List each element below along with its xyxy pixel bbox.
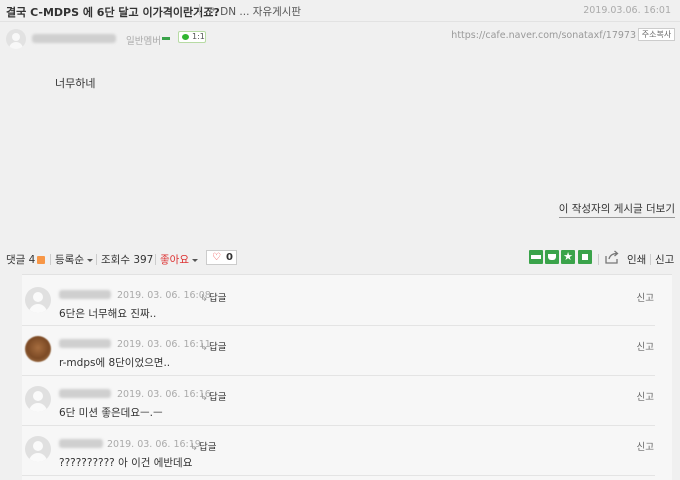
board-link-icon: ↱ (208, 6, 217, 18)
reply-arrow-icon: ↳ (200, 293, 208, 304)
cafe-icon (581, 253, 589, 261)
post-toolbar: 댓글 4 등록순 조회수 397 좋아요 ♡ 0 ★ 인쇄 신고 (0, 249, 680, 269)
chevron-down-icon (191, 258, 198, 262)
author-name-redacted[interactable] (32, 34, 116, 43)
comment-text: 6단 미션 좋은데요ㅡ.ㅡ (59, 407, 163, 419)
chat-bubble-icon (182, 34, 189, 40)
cup-icon (548, 254, 556, 260)
share-export-icon[interactable] (604, 249, 620, 265)
commenter-avatar[interactable] (25, 386, 51, 412)
chevron-down-icon (86, 258, 93, 262)
board-link[interactable]: ↱ DN ... 자유게시판 (208, 4, 301, 19)
commenter-name-redacted[interactable] (59, 290, 111, 299)
sort-label: 등록순 (55, 254, 84, 266)
comment-text: r-mdps에 8단이었으면.. (59, 357, 171, 369)
like-dropdown[interactable]: 좋아요 (160, 252, 198, 267)
reply-button[interactable]: ↳답글 (200, 290, 226, 304)
like-button[interactable]: ♡ 0 (206, 250, 237, 265)
bookmark-button[interactable]: ★ (561, 250, 575, 264)
member-level-icon (162, 37, 170, 40)
comment-report-button[interactable]: 신고 (637, 290, 654, 304)
comment-list: 2019. 03. 06. 16:08 ↳답글 신고 6단은 너무해요 진짜..… (22, 274, 672, 480)
reply-arrow-icon: ↳ (200, 342, 208, 353)
post-url[interactable]: https://cafe.naver.com/sonataxf/17973 (451, 30, 636, 41)
comment-text: ?????????? 아 이건 에반데요 (59, 457, 193, 469)
sort-dropdown[interactable]: 등록순 (55, 252, 93, 267)
comment-count-label: 댓글 4 (6, 254, 36, 266)
reply-button[interactable]: ↳답글 (200, 389, 226, 403)
report-button[interactable]: 신고 (655, 252, 674, 267)
comment-date: 2019. 03. 06. 16:08 (117, 290, 211, 301)
heart-icon: ♡ (212, 252, 221, 263)
comment-date: 2019. 03. 06. 16:16 (117, 389, 211, 400)
commenter-avatar[interactable] (25, 287, 51, 313)
comment-count[interactable]: 댓글 4 (6, 252, 46, 267)
reply-label: 답글 (208, 392, 227, 403)
comment-date: 2019. 03. 06. 16:11 (117, 339, 211, 350)
comment-text: 6단은 너무해요 진짜.. (59, 308, 157, 320)
board-name: DN ... 자유게시판 (220, 6, 302, 18)
comment-report-button[interactable]: 신고 (637, 389, 654, 403)
commenter-name-redacted[interactable] (59, 339, 111, 348)
reply-arrow-icon: ↳ (190, 442, 198, 453)
post-date: 2019.03.06. 16:01 (583, 5, 671, 16)
copy-url-button[interactable]: 주소복사 (638, 28, 675, 41)
chat-badge-label: 1:1 (192, 32, 205, 41)
commenter-avatar[interactable] (25, 436, 51, 462)
member-level: 일반멤버 (126, 36, 161, 47)
comment-report-button[interactable]: 신고 (637, 339, 654, 353)
comment-date: 2019. 03. 06. 16:19 (107, 439, 201, 450)
title-divider (199, 4, 200, 15)
like-count: 0 (226, 252, 233, 263)
reply-arrow-icon: ↳ (200, 392, 208, 403)
blog-icon (531, 255, 541, 259)
share-blog-button[interactable] (529, 250, 543, 264)
post-body: 너무하네 (55, 77, 96, 90)
reply-button[interactable]: ↳답글 (190, 439, 216, 453)
share-cafe-button[interactable] (578, 250, 592, 264)
commenter-name-redacted[interactable] (59, 439, 103, 448)
post-title: 결국 C-MDPS 에 6단 달고 이가격이란거죠? (6, 6, 220, 19)
reply-button[interactable]: ↳답글 (200, 339, 226, 353)
reply-label: 답글 (198, 442, 217, 453)
reply-label: 답글 (208, 293, 227, 304)
share-cup-button[interactable] (545, 250, 559, 264)
commenter-avatar[interactable] (25, 336, 51, 362)
comment-report-button[interactable]: 신고 (637, 439, 654, 453)
star-icon: ★ (563, 250, 573, 263)
view-count: 조회수 397 (101, 254, 154, 266)
author-avatar[interactable] (6, 29, 26, 49)
commenter-name-redacted[interactable] (59, 389, 111, 398)
more-posts-link[interactable]: 이 작성자의 게시글 더보기 (558, 201, 675, 218)
chat-button[interactable]: 1:1 (178, 31, 206, 43)
reply-label: 답글 (208, 342, 227, 353)
comment-count-icon (37, 256, 46, 264)
print-button[interactable]: 인쇄 (627, 252, 646, 267)
like-label: 좋아요 (160, 254, 189, 266)
